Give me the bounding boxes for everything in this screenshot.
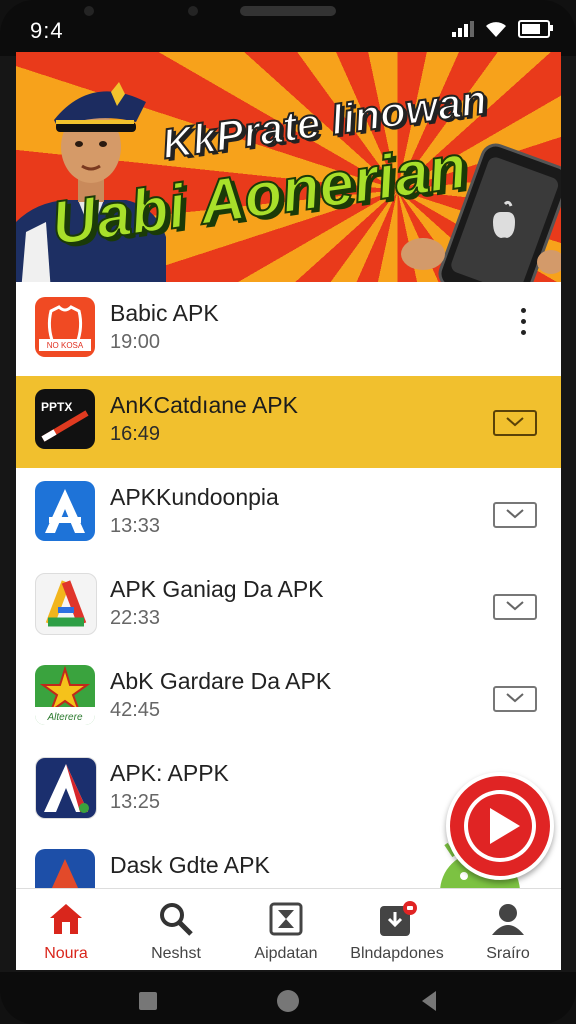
app-icon: PPTX: [35, 389, 95, 449]
status-icons: [452, 20, 553, 38]
speaker-notch: [240, 6, 336, 16]
nav-label: Aipdatan: [254, 945, 318, 962]
app-name: APK Ganiag Da APK: [110, 576, 324, 602]
hourglass-icon: [269, 902, 303, 936]
home-system-icon[interactable]: [277, 990, 299, 1012]
play-store-fab[interactable]: [446, 772, 554, 880]
app-time: 19:00: [110, 331, 161, 353]
app-icon-text: Alterere: [46, 712, 82, 723]
nav-item-search[interactable]: Neshst: [121, 899, 231, 963]
app-time: 13:33: [110, 515, 161, 537]
app-screen: KkPrate linowan Uabi Aonerian NO KOSA Ba…: [16, 52, 561, 970]
recents-icon[interactable]: [139, 992, 157, 1010]
play-icon: [464, 790, 536, 862]
phone-frame: 9:4 KkPrate linowan Uabi Aonerian NO KOS…: [0, 0, 576, 1024]
app-icon: [35, 757, 97, 819]
promo-banner[interactable]: KkPrate linowan Uabi Aonerian: [16, 52, 561, 282]
nav-item-updates[interactable]: Aipdatan: [231, 899, 341, 963]
nav-item-downloads[interactable]: Blndapdones: [342, 899, 452, 963]
app-icon-text: PPTX: [41, 400, 72, 414]
profile-icon: [492, 904, 524, 935]
sensor-dot: [84, 6, 94, 16]
app-icon: Alterere: [35, 665, 95, 725]
app-name: APKKundoonpia: [110, 484, 279, 510]
app-icon: [35, 481, 95, 541]
app-time: 13:25: [110, 791, 161, 813]
more-options-icon[interactable]: [521, 308, 527, 341]
expand-chevron-icon[interactable]: [493, 502, 537, 528]
list-item-selected[interactable]: PPTX AnKCatdıane APK 16:49: [16, 376, 561, 470]
nav-label: Sraíro: [486, 945, 530, 962]
nav-item-home[interactable]: Noura: [16, 899, 121, 963]
app-name: Dask Gdte APK: [110, 852, 270, 878]
status-bar: 9:4: [0, 0, 576, 56]
smartphone-illustration: [401, 143, 561, 282]
app-name: APK: APPK: [110, 760, 229, 786]
list-item[interactable]: NO KOSA Babic APK 19:00: [16, 284, 561, 378]
list-item[interactable]: APKKundoonpia 13:33: [16, 468, 561, 562]
nav-item-profile[interactable]: Sraíro: [453, 899, 561, 963]
expand-chevron-icon[interactable]: [493, 410, 537, 436]
app-icon: NO KOSA: [35, 297, 95, 357]
app-icon: [35, 573, 97, 635]
list-item[interactable]: Alterere AbK Gardare Da APK 42:45: [16, 652, 561, 746]
status-time: 9:4: [30, 18, 64, 43]
nav-label: Noura: [44, 945, 88, 962]
home-icon: [50, 904, 82, 934]
app-name: Babic APK: [110, 300, 219, 326]
bottom-navigation: Noura Neshst Aipdatan Blndapdones Sraíro: [16, 888, 561, 970]
battery-icon: [518, 20, 553, 38]
app-time: 16:49: [110, 423, 161, 445]
app-icon-text: NO KOSA: [47, 341, 84, 350]
expand-chevron-icon[interactable]: [493, 686, 537, 712]
signal-icon: [452, 21, 474, 37]
back-icon[interactable]: [422, 991, 436, 1011]
search-icon: [160, 903, 193, 936]
expand-chevron-icon[interactable]: [493, 594, 537, 620]
wifi-icon: [486, 22, 506, 37]
app-time: 22:33: [110, 607, 161, 629]
app-time: 42:45: [110, 699, 161, 721]
list-item[interactable]: APK Ganiag Da APK 22:33: [16, 560, 561, 654]
app-name: AbK Gardare Da APK: [110, 668, 332, 694]
nav-label: Neshst: [151, 945, 201, 962]
download-icon: [380, 901, 417, 936]
app-name: AnKCatdıane APK: [110, 392, 298, 418]
nav-label: Blndapdones: [350, 945, 444, 962]
front-camera: [188, 6, 198, 16]
